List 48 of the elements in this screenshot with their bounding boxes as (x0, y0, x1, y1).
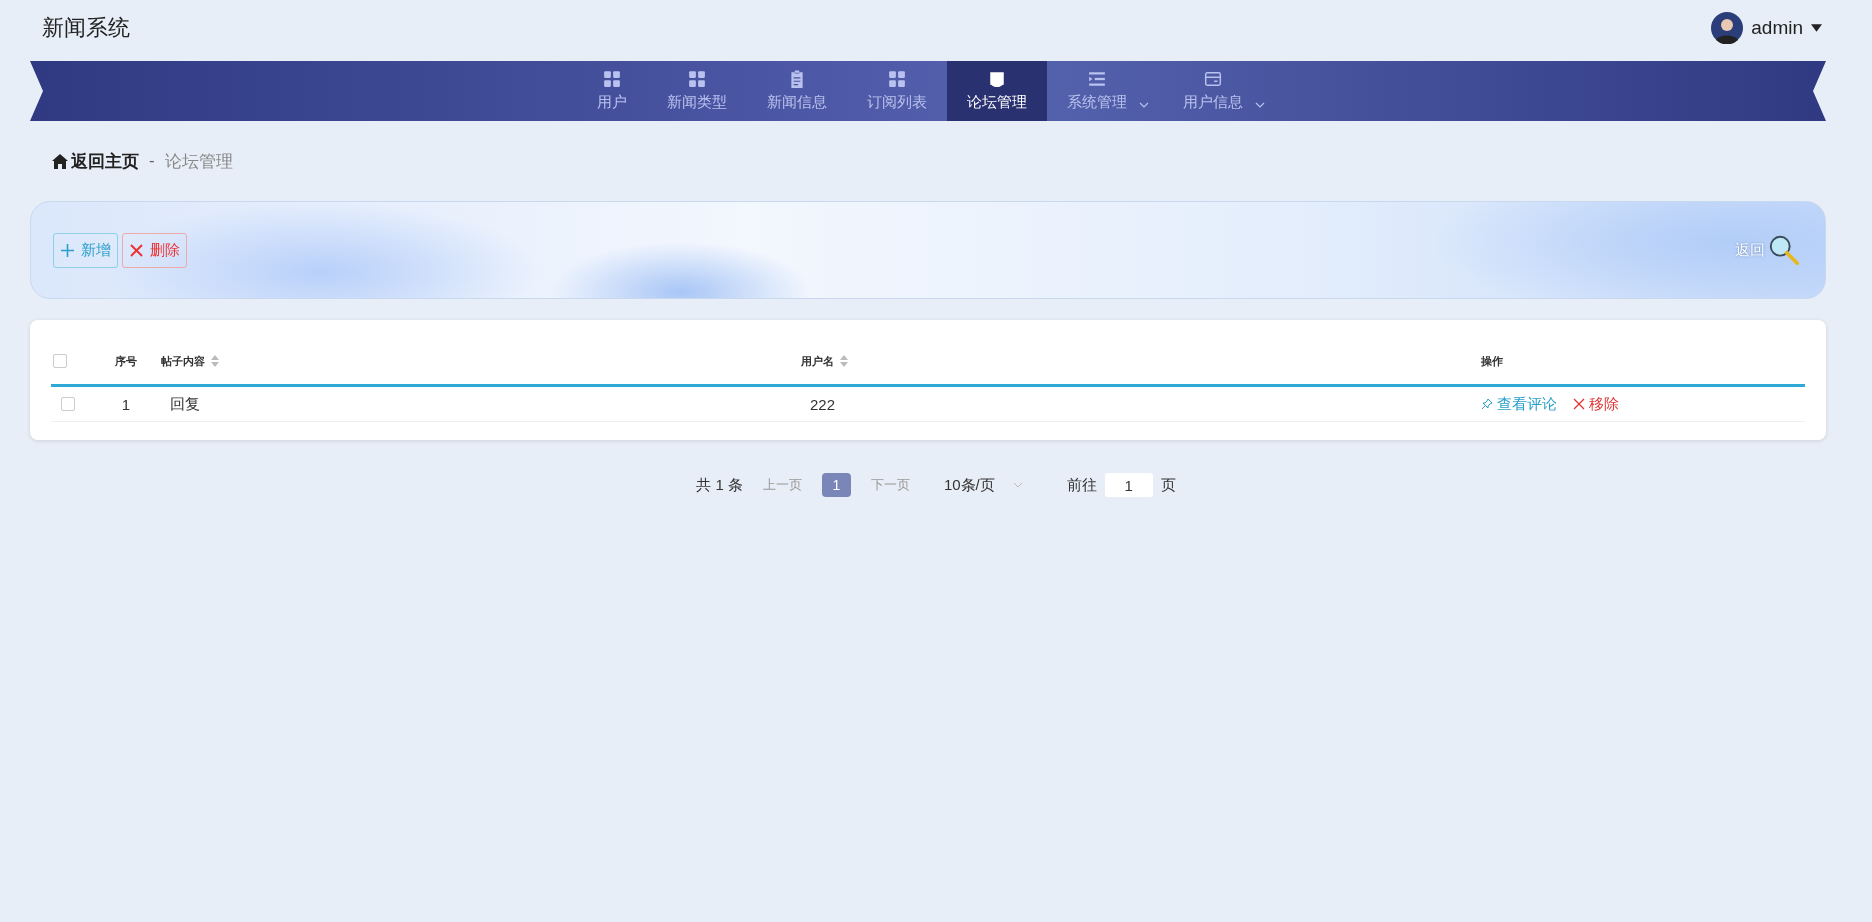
nav-tab[interactable]: 系统管理 (1047, 61, 1163, 121)
breadcrumb-current: 论坛管理 (164, 150, 233, 173)
breadcrumb-separator: - (149, 151, 155, 171)
page-size-select[interactable]: 10条/页 (943, 475, 1023, 495)
page-button[interactable]: 1 (821, 473, 851, 497)
column-header: 操作 (1481, 353, 1503, 369)
total-count: 共 1 条 (696, 475, 743, 495)
column-header[interactable]: 用户名 (801, 353, 834, 369)
list-icon (1088, 70, 1106, 88)
search-icon (1767, 233, 1801, 267)
chevron-down-icon (1012, 482, 1023, 488)
goto-label: 前往 (1066, 475, 1097, 495)
nav-tab[interactable]: 用户信息 (1163, 61, 1279, 121)
home-link[interactable]: 返回主页 (52, 149, 139, 173)
nav-tab[interactable]: 新闻信息 (747, 61, 847, 121)
nav-tab[interactable]: 新闻类型 (647, 61, 747, 121)
grid-icon (603, 70, 621, 88)
close-icon (129, 242, 144, 258)
home-icon (52, 153, 68, 169)
caret-icon[interactable] (1811, 24, 1822, 32)
table-cell: 222 (810, 395, 836, 413)
page-suffix: 页 (1160, 475, 1176, 495)
nav-tab[interactable]: 用户 (577, 61, 647, 121)
remove-link[interactable]: 移除 (1573, 394, 1619, 414)
username[interactable]: admin (1751, 17, 1803, 39)
select-all-checkbox[interactable] (53, 354, 67, 368)
sort-icon[interactable] (211, 355, 219, 367)
nav-tab[interactable]: 订阅列表 (847, 61, 947, 121)
view-comments-link[interactable]: 查看评论 (1481, 394, 1557, 414)
app-title: 新闻系统 (42, 14, 130, 42)
grid-icon (688, 70, 706, 88)
table-cell: 回复 (170, 394, 200, 412)
page-input[interactable]: 1 (1104, 473, 1153, 497)
row-checkbox[interactable] (61, 397, 75, 411)
card-icon (1204, 70, 1222, 88)
sort-icon[interactable] (840, 355, 848, 367)
clipboard-icon (788, 70, 806, 88)
column-header: 序号 (115, 353, 137, 369)
column-header[interactable]: 帖子内容 (161, 353, 205, 369)
table-cell: 1 (121, 395, 131, 413)
add-button[interactable]: 新增 (53, 232, 118, 268)
avatar-icon (1711, 12, 1744, 44)
plus-icon (60, 242, 75, 258)
close-icon (1573, 398, 1585, 410)
pin-icon (1481, 398, 1493, 410)
delete-button[interactable]: 删除 (122, 232, 187, 268)
nav-tab[interactable]: 论坛管理 (947, 61, 1047, 121)
grid-icon (888, 70, 906, 88)
